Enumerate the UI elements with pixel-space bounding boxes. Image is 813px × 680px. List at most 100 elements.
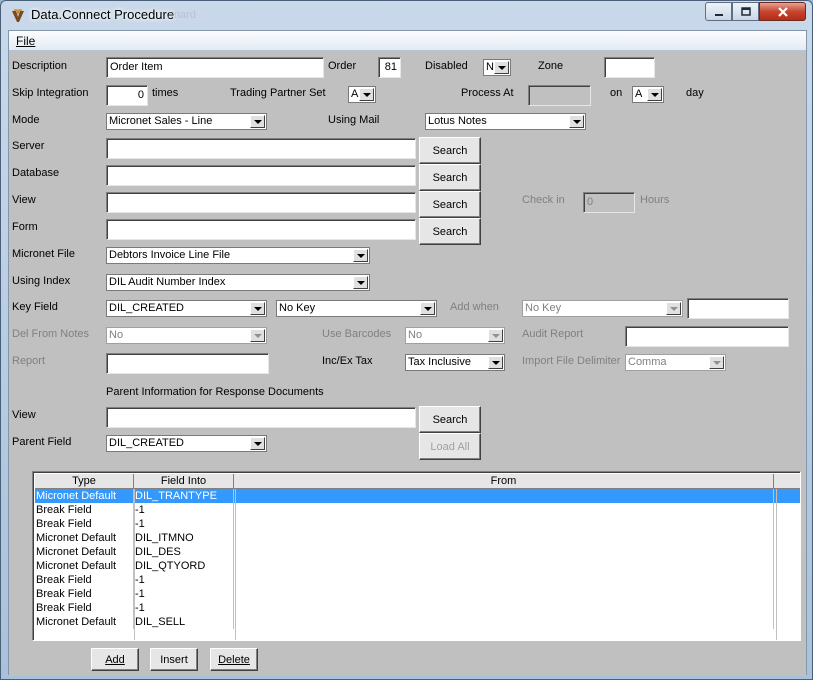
table-row[interactable]: Micronet Default DIL_DES [35, 545, 800, 559]
import-file-delimiter-select[interactable]: Comma [625, 354, 726, 371]
mode-select[interactable]: Micronet Sales - Line [106, 113, 267, 130]
cell-field-into: -1 [134, 601, 234, 615]
on-select[interactable]: A [632, 86, 664, 103]
chevron-down-icon[interactable] [569, 115, 584, 128]
description-input[interactable]: Order Item [106, 57, 324, 78]
inc-ex-tax-label: Inc/Ex Tax [322, 355, 373, 367]
add-button[interactable]: Add [91, 648, 139, 671]
database-search-button[interactable]: Search [419, 164, 481, 191]
view-search-button[interactable]: Search [419, 191, 481, 218]
table-row[interactable]: Break Field -1 [35, 587, 800, 601]
check-in-input[interactable]: 0 [583, 192, 635, 213]
chevron-down-icon[interactable] [353, 276, 368, 289]
database-input[interactable] [106, 165, 416, 186]
trading-partner-set-select[interactable]: A [348, 86, 376, 103]
key-field-second-select[interactable]: No Key [276, 300, 437, 317]
cell-from [234, 559, 774, 573]
table-row[interactable]: Break Field -1 [35, 503, 800, 517]
column-header-field-into[interactable]: Field Into [134, 474, 234, 488]
cell-extra [774, 601, 800, 615]
process-at-input[interactable] [528, 85, 591, 106]
cell-field-into: -1 [134, 587, 234, 601]
minimize-button[interactable] [705, 2, 732, 21]
chevron-down-icon[interactable] [353, 249, 368, 262]
chevron-down-icon[interactable] [359, 88, 374, 101]
cell-field-into: -1 [134, 503, 234, 517]
view-input[interactable] [106, 192, 416, 213]
menu-file[interactable]: File [16, 34, 35, 48]
load-all-button[interactable]: Load All [419, 433, 481, 460]
cell-extra [774, 503, 800, 517]
chevron-down-icon[interactable] [647, 88, 662, 101]
using-mail-select[interactable]: Lotus Notes [425, 113, 586, 130]
chevron-down-icon[interactable] [250, 115, 265, 128]
zone-label: Zone [538, 60, 564, 72]
cell-from [234, 503, 774, 517]
chevron-down-icon[interactable] [250, 437, 265, 450]
form-label: Form [12, 221, 38, 233]
skip-integration-label: Skip Integration [12, 87, 89, 99]
report-input[interactable] [106, 353, 269, 374]
order-input[interactable]: 81 [378, 57, 401, 78]
delete-button[interactable]: Delete [210, 648, 258, 671]
insert-button[interactable]: Insert [150, 648, 198, 671]
chevron-down-icon[interactable] [488, 356, 503, 369]
del-from-notes-select[interactable]: No [106, 327, 267, 344]
add-when-input[interactable] [687, 298, 789, 319]
chevron-down-icon[interactable] [666, 302, 681, 315]
add-when-select[interactable]: No Key [522, 300, 683, 317]
using-index-select[interactable]: DIL Audit Number Index [106, 274, 370, 291]
cell-from [234, 601, 774, 615]
using-index-label: Using Index [12, 275, 71, 287]
cell-extra [774, 517, 800, 531]
parent-field-select[interactable]: DIL_CREATED [106, 435, 267, 452]
cell-type: Break Field [35, 573, 134, 587]
mapping-grid[interactable]: Type Field Into From Micronet Default DIL… [32, 471, 801, 641]
table-row[interactable]: Micronet Default DIL_SELL [35, 615, 800, 629]
title-bar[interactable]: Data.Connect Procedure wnard [1, 1, 812, 29]
skip-integration-input[interactable]: 0 [106, 85, 148, 106]
form-search-button[interactable]: Search [419, 218, 481, 245]
column-header-extra[interactable] [774, 474, 800, 488]
cell-field-into: DIL_QTYORD [134, 559, 234, 573]
server-input[interactable] [106, 138, 416, 159]
del-from-notes-label: Del From Notes [12, 328, 90, 340]
close-button[interactable] [759, 2, 806, 21]
table-row[interactable]: Break Field -1 [35, 573, 800, 587]
cell-type: Break Field [35, 503, 134, 517]
micronet-file-select[interactable]: Debtors Invoice Line File [106, 247, 370, 264]
parent-view-input[interactable] [106, 407, 416, 428]
chevron-down-icon[interactable] [420, 302, 435, 315]
column-header-type[interactable]: Type [35, 474, 134, 488]
table-row[interactable]: Break Field -1 [35, 517, 800, 531]
table-row[interactable]: Micronet Default DIL_QTYORD [35, 559, 800, 573]
parent-view-search-button[interactable]: Search [419, 406, 481, 433]
table-row[interactable]: Micronet Default DIL_ITMNO [35, 531, 800, 545]
cell-type: Micronet Default [35, 559, 134, 573]
inc-ex-tax-select[interactable]: Tax Inclusive [405, 354, 505, 371]
key-field-select[interactable]: DIL_CREATED [106, 300, 267, 317]
server-search-button[interactable]: Search [419, 137, 481, 164]
parent-section-title: Parent Information for Response Document… [106, 386, 324, 398]
chevron-down-icon[interactable] [488, 329, 503, 342]
order-label: Order [328, 60, 357, 72]
table-row[interactable]: Micronet Default DIL_TRANTYPE [35, 489, 800, 503]
cell-from [234, 587, 774, 601]
disabled-select[interactable]: N [483, 59, 511, 76]
form-input[interactable] [106, 219, 416, 240]
cell-field-into: DIL_TRANTYPE [134, 489, 234, 503]
server-label: Server [12, 140, 45, 152]
chevron-down-icon[interactable] [250, 329, 265, 342]
column-header-from[interactable]: From [234, 474, 774, 488]
check-in-label: Check in [522, 194, 565, 206]
cell-field-into: DIL_ITMNO [134, 531, 234, 545]
cell-extra [774, 587, 800, 601]
table-row[interactable]: Break Field -1 [35, 601, 800, 615]
zone-input[interactable] [604, 57, 655, 78]
audit-report-input[interactable] [625, 326, 789, 347]
chevron-down-icon[interactable] [250, 302, 265, 315]
use-barcodes-select[interactable]: No [405, 327, 505, 344]
chevron-down-icon[interactable] [709, 356, 724, 369]
maximize-button[interactable] [732, 2, 759, 21]
chevron-down-icon[interactable] [494, 61, 509, 74]
